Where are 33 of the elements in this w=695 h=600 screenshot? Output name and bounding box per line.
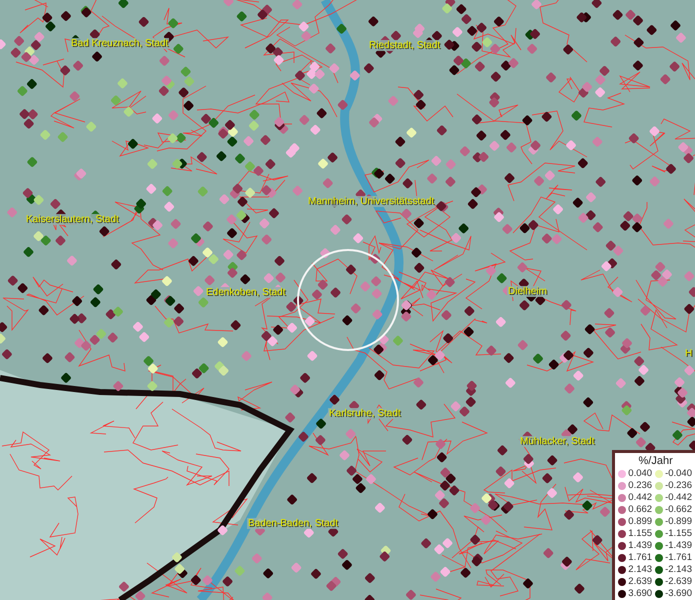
legend-value: -0.040 — [665, 468, 693, 479]
legend-value: 0.899 — [628, 516, 654, 527]
legend-value: -0.899 — [665, 516, 693, 527]
place-label: Mühlacker, Stadt — [519, 436, 596, 447]
legend-value: 0.662 — [628, 504, 654, 515]
legend-value: -3.690 — [665, 588, 693, 599]
legend-value: -2.639 — [665, 576, 693, 587]
legend-value: 1.155 — [628, 528, 654, 539]
place-label: Baden-Baden, Stadt — [247, 518, 340, 529]
place-label: Edenkoben, Stadt — [205, 287, 287, 298]
legend-value: -2.143 — [665, 564, 693, 575]
legend-value: -1.439 — [665, 540, 693, 551]
legend-value: 3.690 — [628, 588, 654, 599]
legend-value: 0.442 — [628, 492, 654, 503]
legend-value: -0.236 — [665, 480, 693, 491]
legend-value: -0.442 — [665, 492, 693, 503]
legend-value: 1.761 — [628, 552, 654, 563]
legend-value: -1.155 — [665, 528, 693, 539]
legend-value: -1.761 — [665, 552, 693, 563]
place-label: Bad Kreuznach, Stadt — [70, 38, 170, 49]
place-label: Mannheim, Universitätsstadt — [307, 196, 436, 207]
legend-value: 1.439 — [628, 540, 654, 551]
place-label: Karlsruhe, Stadt — [328, 408, 402, 419]
legend-value: 2.143 — [628, 564, 654, 575]
place-label: Dielheim — [507, 286, 548, 297]
legend-value: 0.236 — [628, 480, 654, 491]
place-label: Riedstadt, Stadt — [368, 40, 442, 51]
legend-value: 0.040 — [628, 468, 654, 479]
legend-title: %/Jahr — [638, 455, 674, 468]
legend-value: -0.662 — [665, 504, 693, 515]
place-label: H — [684, 348, 694, 359]
place-label: Kaiserslautern, Stadt — [25, 214, 120, 225]
legend-value: 2.639 — [628, 576, 654, 587]
